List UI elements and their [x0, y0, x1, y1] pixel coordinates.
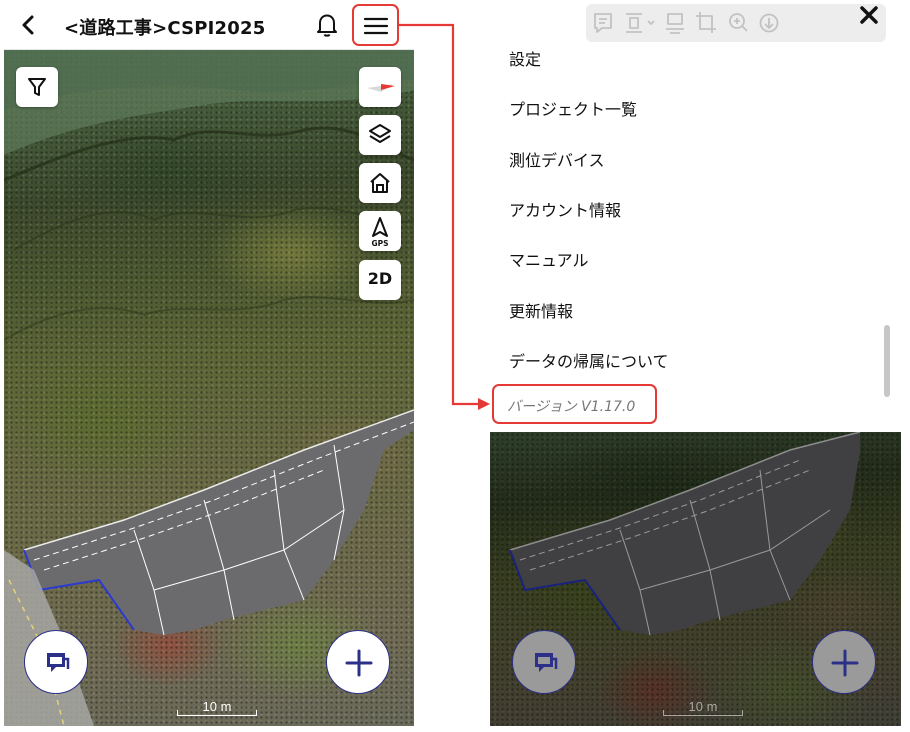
map-scale: 10 m: [177, 699, 257, 716]
menu-item-update-info[interactable]: 更新情報: [509, 298, 573, 322]
chat-button-dimmed: [512, 630, 576, 694]
close-drawer-button[interactable]: [856, 2, 882, 28]
back-chevron-icon: [22, 15, 34, 35]
chat-icon: [47, 653, 70, 672]
compass-button[interactable]: [359, 67, 401, 107]
scrollbar[interactable]: [884, 325, 890, 397]
menu-item-data-attribution[interactable]: データの帰属について: [509, 348, 669, 372]
add-button-dimmed: [812, 630, 876, 694]
zoom-icon[interactable]: [729, 13, 748, 32]
align-icon[interactable]: [666, 13, 684, 34]
gps-button[interactable]: GPS: [359, 211, 401, 251]
plus-icon: [831, 649, 859, 677]
hamburger-menu-button[interactable]: [352, 4, 399, 46]
layers-icon: [369, 124, 391, 143]
menu-item-positioning-device[interactable]: 測位デバイス: [509, 147, 605, 171]
filter-button[interactable]: [16, 67, 58, 107]
compass-icon: [367, 84, 395, 92]
hamburger-menu-icon: [363, 17, 389, 35]
home-button[interactable]: [359, 163, 401, 203]
layers-button[interactable]: [359, 115, 401, 155]
home-icon: [370, 173, 390, 193]
filter-icon: [28, 78, 46, 96]
gps-label: GPS: [371, 239, 388, 248]
map-scale-dimmed: 10 m: [663, 699, 743, 716]
map-view[interactable]: [4, 50, 414, 726]
bell-icon: [317, 14, 337, 37]
version-highlight: バージョン V1.17.0: [492, 384, 657, 424]
version-label: バージョン V1.17.0: [507, 399, 636, 415]
menu-item-manual[interactable]: マニュアル: [509, 247, 589, 271]
download-icon[interactable]: [759, 13, 779, 33]
side-drawer-menu: 設定 プロジェクト一覧 測位デバイス アカウント情報 マニュアル 更新情報 デー…: [490, 0, 901, 432]
app-header: <道路工事>CSPI2025: [4, 0, 414, 50]
notification-button[interactable]: [315, 12, 339, 38]
left-screen: <道路工事>CSPI2025 GPS 2D 10 m: [4, 0, 414, 726]
plus-icon: [345, 649, 373, 677]
back-button[interactable]: [16, 11, 40, 39]
menu-item-project-list[interactable]: プロジェクト一覧: [509, 96, 637, 120]
screenshot-toolbar: [586, 4, 886, 42]
chat-icon: [535, 653, 558, 672]
chat-button[interactable]: [24, 630, 88, 694]
menu-item-account-info[interactable]: アカウント情報: [509, 197, 621, 221]
2d-toggle-button[interactable]: 2D: [359, 260, 401, 300]
comment-icon[interactable]: [594, 13, 612, 33]
close-icon: [860, 6, 878, 24]
page-title: <道路工事>CSPI2025: [64, 18, 266, 39]
right-screen: 10 m 設定 プロジェクト一覧 測位デバイス アカウント情報 マニュアル 更新…: [490, 0, 901, 726]
frame-icon[interactable]: [626, 13, 655, 33]
add-button[interactable]: [326, 630, 390, 694]
gps-navigation-icon: GPS: [371, 217, 389, 248]
menu-item-settings[interactable]: 設定: [509, 46, 541, 70]
crop-icon[interactable]: [696, 12, 716, 33]
